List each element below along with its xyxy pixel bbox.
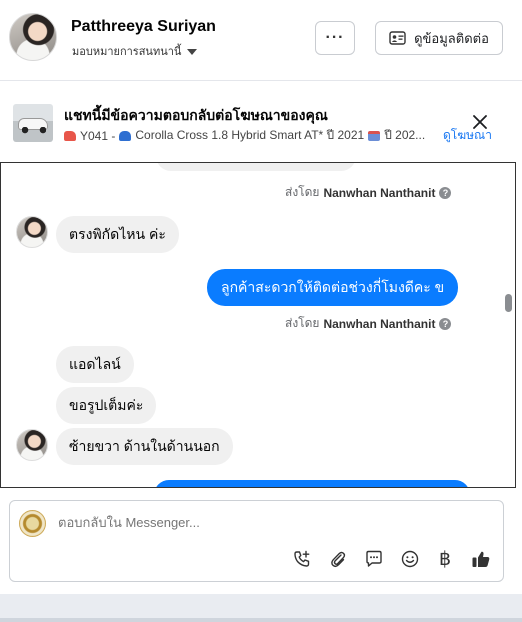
ad-reply-banner: แชทนี้มีข้อความตอบกลับต่อโฆษณาของคุณ Y04… <box>0 95 522 153</box>
contact-card-icon <box>389 31 406 45</box>
sent-by-name: Nanwhan Nanthanit <box>323 316 436 331</box>
sent-by-prefix: ส่งโดย <box>285 316 320 330</box>
sent-by-name: Nanwhan Nanthanit <box>323 185 436 200</box>
van-emoji-icon <box>64 130 76 141</box>
conversation-panel: Patthreeya Suriyan มอบหมายการสนทนานี้ ··… <box>0 0 522 594</box>
payment-button[interactable]: ฿ <box>433 547 457 571</box>
like-button[interactable] <box>469 547 493 571</box>
car-emoji-icon <box>119 130 132 141</box>
contact-avatar[interactable] <box>9 13 57 61</box>
ad-description: Y041 - Corolla Cross 1.8 Hybrid Smart AT… <box>64 126 440 145</box>
sent-by-label: ส่งโดย Nanwhan Nanthanit ? <box>285 183 452 202</box>
assign-conversation-dropdown[interactable]: มอบหมายการสนทนานี้ <box>72 42 198 60</box>
phone-plus-icon <box>294 550 310 567</box>
sent-by-prefix: ส่งโดย <box>285 185 320 199</box>
conversation-header: Patthreeya Suriyan มอบหมายการสนทนานี้ ··… <box>0 0 522 81</box>
incoming-message-bubble[interactable]: ตรงพิกัดไหน ค่ะ <box>56 216 179 253</box>
emoji-icon <box>401 550 419 568</box>
contact-avatar-small <box>16 429 48 461</box>
ad-banner-title: แชทนี้มีข้อความตอบกลับต่อโฆษณาของคุณ <box>64 107 328 123</box>
more-options-button[interactable]: ··· <box>315 21 355 55</box>
view-contact-info-button[interactable]: ดูข้อมูลติดต่อ <box>375 21 503 55</box>
message-thread[interactable]: ส่งโดย Nanwhan Nanthanit ? ตรงพิกัดไหน ค… <box>0 162 516 488</box>
ad-year-tail: ปี 202... <box>384 128 426 142</box>
view-contact-info-label: ดูข้อมูลติดต่อ <box>414 30 489 46</box>
close-icon[interactable] <box>470 112 490 132</box>
help-icon[interactable]: ? <box>439 186 452 199</box>
sent-by-label: ส่งโดย Nanwhan Nanthanit ? <box>285 314 452 333</box>
contact-avatar-small <box>16 216 48 248</box>
assign-label: มอบหมายการสนทนานี้ <box>72 46 182 58</box>
incoming-message-bubble[interactable]: ซ้ายขวา ด้านในด้านนอก <box>56 428 233 465</box>
calendar-emoji-icon <box>368 130 381 141</box>
reply-input[interactable] <box>58 515 478 530</box>
ad-code: Y041 - <box>80 128 116 143</box>
attachment-icon <box>331 551 346 568</box>
like-icon <box>472 551 490 567</box>
help-icon[interactable]: ? <box>439 317 452 330</box>
caret-down-icon <box>187 48 198 55</box>
incoming-message-bubble-partial <box>156 163 356 171</box>
emoji-button[interactable] <box>398 547 422 571</box>
saved-replies-button[interactable] <box>362 547 386 571</box>
reply-composer: ฿ <box>9 500 504 582</box>
incoming-message-bubble[interactable]: แอดไลน์ <box>56 346 134 383</box>
outgoing-message-bubble[interactable]: ลูกค้าสะดวกให้ติดต่อช่วงกี่โมงดีคะ ข <box>207 269 459 306</box>
scrollbar-thumb[interactable] <box>505 294 512 312</box>
attach-button[interactable] <box>326 547 350 571</box>
ad-model: Corolla Cross 1.8 Hybrid Smart AT* ปี 20… <box>135 128 365 142</box>
call-button[interactable] <box>290 547 314 571</box>
ad-thumbnail <box>13 104 53 142</box>
incoming-message-bubble[interactable]: ขอรูปเต็มค่ะ <box>56 387 157 424</box>
outgoing-message-bubble-partial <box>154 480 470 487</box>
window-bottom-border <box>0 618 522 622</box>
baht-icon: ฿ <box>438 548 452 570</box>
contact-name: Patthreeya Suriyan <box>71 18 216 35</box>
more-options-label: ··· <box>325 29 345 46</box>
saved-replies-icon <box>366 550 382 567</box>
page-avatar <box>19 510 46 537</box>
